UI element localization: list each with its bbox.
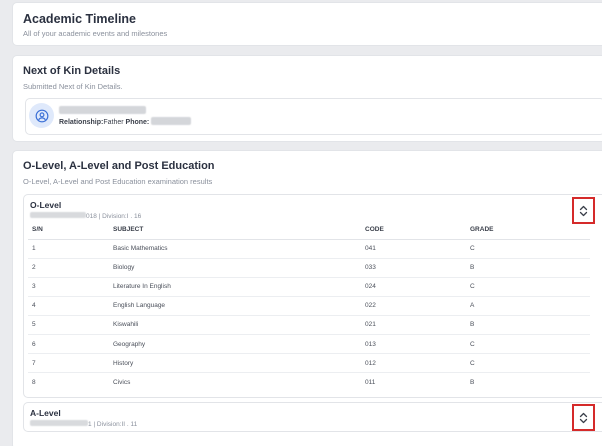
alevel-expand-toggle-button[interactable] xyxy=(572,404,595,431)
cell-subject: History xyxy=(109,353,361,374)
education-title: O-Level, A-Level and Post Education xyxy=(23,160,215,172)
cell-code: 024 xyxy=(361,277,466,297)
table-row: 1 Basic Mathematics 041 C xyxy=(28,239,590,259)
cell-grade: A xyxy=(466,296,590,316)
chevron-up-down-icon xyxy=(579,412,588,423)
header-code: CODE xyxy=(361,220,466,240)
phone-redacted xyxy=(151,117,192,125)
relationship-value: Father xyxy=(103,119,124,126)
cell-sn: 7 xyxy=(28,353,109,374)
cell-code: 022 xyxy=(361,296,466,316)
olevel-section: O-Level 018 | Division:I . 16 S/N SUBJEC… xyxy=(23,194,602,398)
cell-grade: C xyxy=(466,334,590,355)
cell-code: 011 xyxy=(365,378,376,386)
table-row: 7 History 012 C xyxy=(28,353,590,374)
olevel-title: O-Level xyxy=(30,200,62,210)
kin-name-redacted xyxy=(59,106,146,114)
cell-subject: Biology xyxy=(109,258,361,278)
cell-subject: Geography xyxy=(109,334,361,355)
education-results-card: O-Level, A-Level and Post Education O-Le… xyxy=(12,150,602,446)
cell-sn: 4 xyxy=(28,296,109,316)
academic-timeline-subtitle: All of your academic events and mileston… xyxy=(23,29,168,38)
education-subtitle: O-Level, A-Level and Post Education exam… xyxy=(23,177,213,186)
olevel-results-table: S/N SUBJECT CODE GRADE 1 Basic Mathemati… xyxy=(28,220,590,392)
cell-code: 013 xyxy=(361,334,466,355)
olevel-index-redacted xyxy=(30,212,86,218)
cell-sn: 3 xyxy=(28,277,109,297)
table-row: 5 Kiswahili 021 B xyxy=(28,315,590,335)
olevel-index-suffix: 018 xyxy=(86,213,97,220)
cell-code: 041 xyxy=(361,239,466,259)
alevel-index-suffix: 1 xyxy=(88,421,92,428)
table-row: 3 Literature In English 024 C xyxy=(28,277,590,297)
alevel-index-redacted xyxy=(30,420,88,426)
next-of-kin-subtitle: Submitted Next of Kin Details. xyxy=(23,82,123,91)
next-of-kin-title: Next of Kin Details xyxy=(23,65,121,77)
academic-timeline-title: Academic Timeline xyxy=(23,12,137,26)
table-row: 8 Civics 011 B xyxy=(28,373,590,392)
header-subject: SUBJECT xyxy=(109,220,361,240)
alevel-title: A-Level xyxy=(30,408,61,418)
academic-timeline-card: Academic Timeline All of your academic e… xyxy=(12,2,602,46)
cell-subject: English Language xyxy=(109,296,361,316)
cell-sn: 1 xyxy=(28,239,109,259)
cell-grade: B xyxy=(466,258,590,278)
header-grade: GRADE xyxy=(466,220,590,240)
relationship-label: Relationship: xyxy=(59,119,104,126)
phone-label: Phone: xyxy=(125,119,150,126)
chevron-up-down-icon xyxy=(579,205,588,216)
cell-code: 012 xyxy=(361,353,466,374)
kin-details-line: Relationship:Father Phone: xyxy=(59,117,192,126)
olevel-meta: 018 | Division:I . 16 xyxy=(30,212,141,220)
cell-subject: Basic Mathematics xyxy=(109,239,361,259)
cell-code: 033 xyxy=(361,258,466,278)
table-row: 2 Biology 033 B xyxy=(28,258,590,278)
table-row: 4 English Language 022 A xyxy=(28,296,590,316)
cell-subject: Literature In English xyxy=(109,277,361,297)
table-header-row: S/N SUBJECT CODE GRADE xyxy=(28,220,590,240)
cell-grade: B xyxy=(470,378,475,386)
alevel-section: A-Level 1 | Division:II . 11 xyxy=(23,402,602,432)
cell-grade: C xyxy=(466,277,590,297)
cell-code: 021 xyxy=(361,315,466,335)
alevel-meta: 1 | Division:II . 11 xyxy=(30,420,137,428)
next-of-kin-card: Next of Kin Details Submitted Next of Ki… xyxy=(12,55,602,142)
cell-grade: B xyxy=(466,315,590,335)
header-sn: S/N xyxy=(28,220,109,240)
next-of-kin-entry: Relationship:Father Phone: xyxy=(25,98,602,135)
alevel-division: | Division:II . 11 xyxy=(93,421,138,428)
cell-subject: Civics xyxy=(113,378,131,386)
cell-sn: 5 xyxy=(28,315,109,335)
olevel-division: | Division:I . 16 xyxy=(98,213,142,220)
cell-grade: C xyxy=(466,239,590,259)
cell-sn: 2 xyxy=(28,258,109,278)
user-circle-icon xyxy=(29,103,54,128)
cell-grade: C xyxy=(466,353,590,374)
cell-sn: 8 xyxy=(32,378,36,386)
table-row: 6 Geography 013 C xyxy=(28,334,590,355)
cell-sn: 6 xyxy=(28,334,109,355)
cell-subject: Kiswahili xyxy=(109,315,361,335)
